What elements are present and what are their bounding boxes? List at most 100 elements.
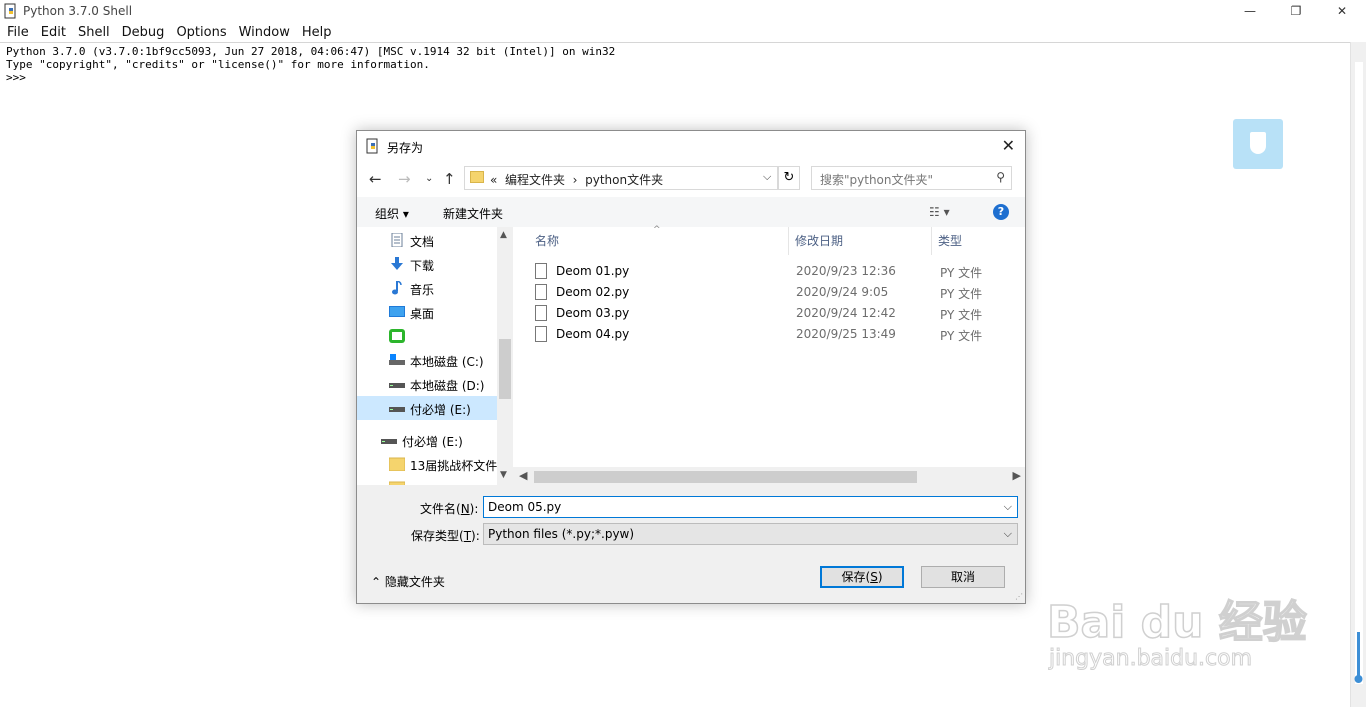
nav-label: 付必增 (E:) [402,435,463,449]
cancel-button[interactable]: 取消 [921,566,1005,588]
menu-file[interactable]: File [0,25,35,40]
filetype-select[interactable]: Python files (*.py;*.pyw) ⌵ [483,523,1018,545]
up-arrow-icon[interactable]: ↑ [443,170,456,188]
file-name: Deom 04.py [556,327,630,341]
nav-scroll-thumb[interactable] [499,339,511,399]
folder-icon [389,457,405,471]
breadcrumb-python-folder[interactable]: python文件夹 [585,173,663,187]
file-row[interactable]: Deom 03.py 2020/9/24 12:42 PY 文件 [535,303,1015,324]
nav-label: 本地磁盘 (D:) [410,379,485,393]
title-bar: Python 3.7.0 Shell — ❐ ✕ [0,0,1366,22]
column-type-label: 类型 [938,234,963,248]
hscroll-thumb[interactable] [534,471,917,483]
documents-icon [391,233,403,247]
nav-item-drive-e-selected[interactable]: 付必增 (E:) [357,396,497,420]
nav-item-music[interactable]: 音乐 [357,276,497,300]
organize-button[interactable]: 组织 ▾ [375,205,409,222]
refresh-icon[interactable]: ↻ [778,166,800,190]
breadcrumb-programming-folder[interactable]: 编程文件夹 [505,173,565,187]
menu-help[interactable]: Help [296,25,338,40]
resize-grip-icon[interactable]: ⋰ [1015,592,1023,601]
menu-window[interactable]: Window [233,25,296,40]
file-name: Deom 02.py [556,285,630,299]
file-row[interactable]: Deom 02.py 2020/9/24 9:05 PY 文件 [535,282,1015,303]
view-options-icon[interactable]: ☷ ▾ [929,205,950,219]
folder-icon [470,171,484,183]
save-button[interactable]: 保存(S) [820,566,904,588]
dialog-title-bar: 另存为 ✕ [357,131,1025,161]
file-type: PY 文件 [940,287,983,301]
search-box[interactable]: 搜索"python文件夹" ⚲ [811,166,1012,190]
filetype-label: 保存类型(T): [411,529,480,543]
filetype-dropdown-icon[interactable]: ⌵ [1004,527,1012,541]
restore-button[interactable]: ❐ [1273,0,1319,22]
column-header-name[interactable]: 名称 [513,227,789,255]
downloads-icon [391,257,403,270]
address-overflow[interactable]: « [490,173,497,187]
nav-label: 桌面 [410,307,435,321]
back-arrow-icon[interactable]: ← [369,170,382,188]
minimize-button[interactable]: — [1227,0,1273,22]
file-list-hscrollbar[interactable]: ◀ ▶ [513,467,1025,485]
nav-label: 音乐 [410,283,435,297]
scroll-up-icon[interactable]: ▲ [500,230,507,240]
file-date: 2020/9/25 13:49 [796,327,896,341]
filename-label: 文件名(N): [420,502,479,516]
menu-debug[interactable]: Debug [116,25,171,40]
nav-item-drive-d[interactable]: 本地磁盘 (D:) [357,372,497,396]
menu-options[interactable]: Options [170,25,232,40]
address-dropdown-icon[interactable]: ⌵ [763,170,771,184]
file-row[interactable]: Deom 01.py 2020/9/23 12:36 PY 文件 [535,261,1015,282]
search-placeholder: 搜索"python文件夹" [820,173,934,187]
file-date: 2020/9/24 9:05 [796,285,889,299]
nav-label: 文档 [410,235,435,249]
drive-icon [389,383,405,388]
file-date: 2020/9/23 12:36 [796,264,896,278]
nav-item-downloads[interactable]: 下载 [357,252,497,276]
hide-folders-toggle[interactable]: ⌃ 隐藏文件夹 [371,573,445,590]
filename-dropdown-icon[interactable]: ⌵ [1004,500,1012,514]
filename-input[interactable]: Deom 05.py ⌵ [483,496,1018,518]
chevron-up-icon: ⌃ [371,575,382,589]
menu-edit[interactable]: Edit [35,25,72,40]
scroll-indicator-icon [1354,632,1363,683]
nav-item-drive-c[interactable]: 本地磁盘 (C:) [357,348,497,372]
music-icon [392,281,402,295]
drive-icon [389,407,405,412]
nav-item-challenge-folder[interactable]: 13届挑战杯文件 [357,452,497,476]
new-folder-button[interactable]: 新建文件夹 [443,205,503,222]
address-bar[interactable]: « 编程文件夹 › python文件夹 ⌵ [464,166,778,190]
nav-item-documents[interactable]: 文档 [357,228,497,252]
help-icon[interactable]: ? [993,204,1009,220]
column-name-label: 名称 [535,234,560,248]
desktop-icon [389,306,405,317]
file-row[interactable]: Deom 04.py 2020/9/25 13:49 PY 文件 [535,324,1015,345]
shell-scroll-thumb[interactable] [1355,62,1363,684]
forward-arrow-icon[interactable]: → [398,170,411,188]
menu-shell[interactable]: Shell [72,25,116,40]
file-icon [535,263,547,279]
nav-item-partial-folder[interactable] [357,476,497,485]
dialog-close-button[interactable]: ✕ [1002,136,1015,155]
file-icon [535,305,547,321]
nav-item-drive-e[interactable]: 付必增 (E:) [357,428,497,452]
file-type: PY 文件 [940,266,983,280]
column-header-type[interactable]: 类型 [932,227,1025,255]
floating-widget-icon[interactable] [1233,119,1283,169]
scroll-right-icon[interactable]: ▶ [1013,469,1021,482]
shell-scrollbar[interactable] [1350,42,1366,707]
nav-scrollbar[interactable]: ▲ ▼ [497,227,513,485]
file-date: 2020/9/24 12:42 [796,306,896,320]
recent-locations-chevron-icon[interactable]: ⌄ [425,173,433,184]
scroll-down-icon[interactable]: ▼ [500,470,507,480]
scroll-left-icon[interactable]: ◀ [519,469,527,482]
close-window-button[interactable]: ✕ [1319,0,1365,22]
file-icon [535,284,547,300]
nav-item-green-app[interactable] [357,324,497,348]
save-as-dialog: 另存为 ✕ ← → ⌄ ↑ « 编程文件夹 › python文件夹 ⌵ ↻ 搜索… [356,130,1026,604]
file-type: PY 文件 [940,308,983,322]
file-icon [535,326,547,342]
nav-item-desktop[interactable]: 桌面 [357,300,497,324]
column-header-date[interactable]: 修改日期 [789,227,932,255]
filetype-value: Python files (*.py;*.pyw) [488,527,635,541]
